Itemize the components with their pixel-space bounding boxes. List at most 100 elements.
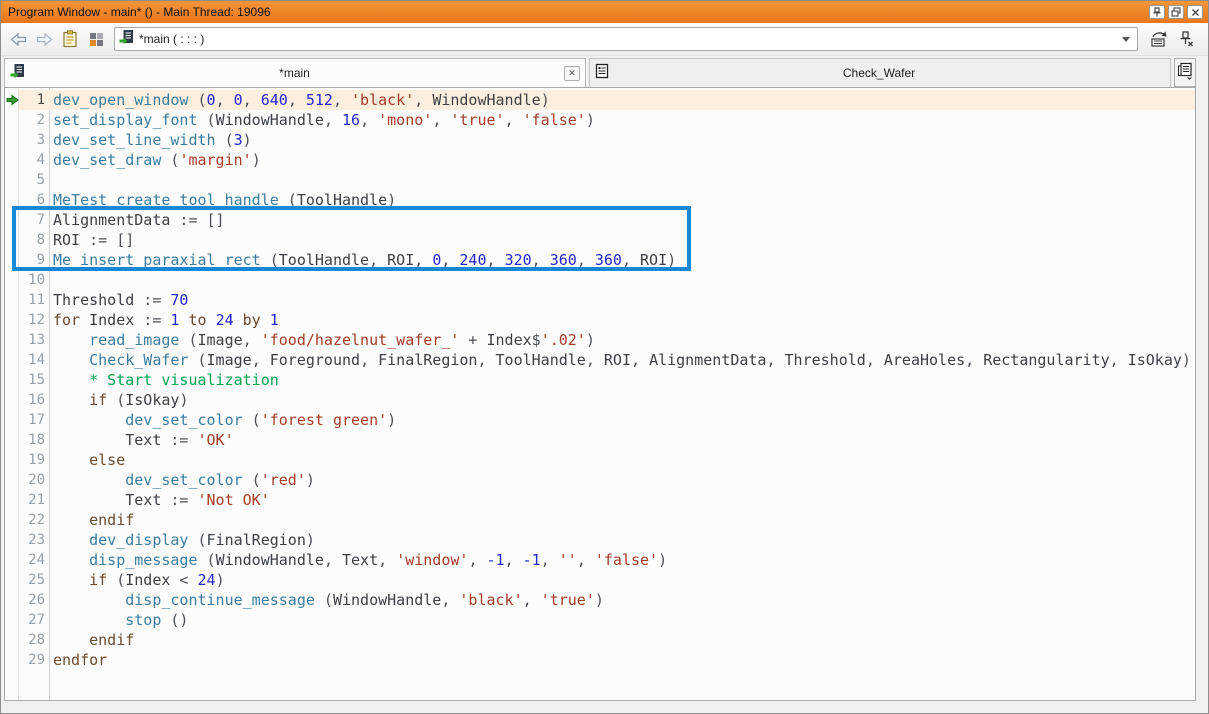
code-text[interactable]: Me_insert_paraxial_rect (ToolHandle, ROI…: [50, 250, 1195, 270]
code-text[interactable]: endif: [50, 510, 1195, 530]
code-text[interactable]: dev_set_line_width (3): [50, 130, 1195, 150]
navigate-back-button[interactable]: [6, 27, 30, 51]
code-line[interactable]: 4dev_set_draw ('margin'): [5, 150, 1195, 170]
code-text[interactable]: dev_open_window (0, 0, 640, 512, 'black'…: [50, 90, 1195, 110]
line-number[interactable]: 13: [19, 330, 50, 350]
breakpoint-margin[interactable]: [5, 510, 19, 530]
close-window-button[interactable]: [1187, 5, 1203, 19]
line-number[interactable]: 26: [19, 590, 50, 610]
line-number[interactable]: 11: [19, 290, 50, 310]
code-line[interactable]: 8ROI := []: [5, 230, 1195, 250]
code-line[interactable]: 24 disp_message (WindowHandle, Text, 'wi…: [5, 550, 1195, 570]
titlebar[interactable]: Program Window - main* () - Main Thread:…: [1, 1, 1208, 23]
line-number[interactable]: 27: [19, 610, 50, 630]
breakpoint-margin[interactable]: [5, 590, 19, 610]
line-number[interactable]: 7: [19, 210, 50, 230]
code-text[interactable]: endfor: [50, 650, 1195, 670]
code-line[interactable]: 19 else: [5, 450, 1195, 470]
tab-main[interactable]: *main ✕: [4, 58, 586, 87]
restore-window-button[interactable]: [1168, 5, 1184, 19]
code-line[interactable]: 20 dev_set_color ('red'): [5, 470, 1195, 490]
line-number[interactable]: 24: [19, 550, 50, 570]
code-text[interactable]: for Index := 1 to 24 by 1: [50, 310, 1195, 330]
breakpoint-margin[interactable]: [5, 550, 19, 570]
breakpoint-margin[interactable]: [5, 270, 19, 290]
line-number[interactable]: 14: [19, 350, 50, 370]
pin-window-button[interactable]: [1149, 5, 1165, 19]
code-text[interactable]: Text := 'Not OK': [50, 490, 1195, 510]
line-number[interactable]: 5: [19, 170, 50, 190]
code-line[interactable]: 21 Text := 'Not OK': [5, 490, 1195, 510]
line-number[interactable]: 12: [19, 310, 50, 330]
line-number[interactable]: 21: [19, 490, 50, 510]
code-text[interactable]: dev_set_draw ('margin'): [50, 150, 1195, 170]
code-line[interactable]: 13 read_image (Image, 'food/hazelnut_waf…: [5, 330, 1195, 350]
code-text[interactable]: disp_message (WindowHandle, Text, 'windo…: [50, 550, 1195, 570]
breakpoint-margin[interactable]: [5, 370, 19, 390]
code-line[interactable]: 22 endif: [5, 510, 1195, 530]
line-number[interactable]: 29: [19, 650, 50, 670]
code-line[interactable]: 28 endif: [5, 630, 1195, 650]
code-text[interactable]: if (Index < 24): [50, 570, 1195, 590]
breakpoint-margin[interactable]: [5, 190, 19, 210]
breakpoint-margin[interactable]: [5, 310, 19, 330]
breakpoint-margin[interactable]: [5, 630, 19, 650]
code-line[interactable]: 12for Index := 1 to 24 by 1: [5, 310, 1195, 330]
line-number[interactable]: 1: [19, 90, 50, 110]
breakpoint-margin[interactable]: [5, 230, 19, 250]
line-number[interactable]: 19: [19, 450, 50, 470]
code-line[interactable]: 26 disp_continue_message (WindowHandle, …: [5, 590, 1195, 610]
code-text[interactable]: Check_Wafer (Image, Foreground, FinalReg…: [50, 350, 1195, 370]
tab-close-button[interactable]: ✕: [564, 66, 580, 81]
unpin-button[interactable]: [1174, 27, 1198, 51]
line-number[interactable]: 28: [19, 630, 50, 650]
code-line[interactable]: 23 dev_display (FinalRegion): [5, 530, 1195, 550]
code-line[interactable]: 27 stop (): [5, 610, 1195, 630]
code-text[interactable]: dev_set_color ('red'): [50, 470, 1195, 490]
line-number[interactable]: 2: [19, 110, 50, 130]
breakpoint-margin[interactable]: [5, 410, 19, 430]
breakpoint-margin[interactable]: [5, 650, 19, 670]
breakpoint-margin[interactable]: [5, 430, 19, 450]
code-text[interactable]: dev_set_color ('forest green'): [50, 410, 1195, 430]
line-number[interactable]: 6: [19, 190, 50, 210]
line-number[interactable]: 10: [19, 270, 50, 290]
code-text[interactable]: AlignmentData := []: [50, 210, 1195, 230]
code-text[interactable]: read_image (Image, 'food/hazelnut_wafer_…: [50, 330, 1195, 350]
code-line[interactable]: 9Me_insert_paraxial_rect (ToolHandle, RO…: [5, 250, 1195, 270]
code-line[interactable]: 14 Check_Wafer (Image, Foreground, Final…: [5, 350, 1195, 370]
procedure-selector-combobox[interactable]: *main ( : : : ): [114, 27, 1138, 51]
breakpoint-margin[interactable]: [5, 350, 19, 370]
code-text[interactable]: [50, 270, 1195, 290]
program-listing-button[interactable]: [58, 27, 82, 51]
line-number[interactable]: 3: [19, 130, 50, 150]
breakpoint-margin[interactable]: [5, 150, 19, 170]
code-line[interactable]: 6MeTest_create_tool_handle (ToolHandle): [5, 190, 1195, 210]
breakpoint-margin[interactable]: [5, 130, 19, 150]
code-line[interactable]: 15 * Start visualization: [5, 370, 1195, 390]
breakpoint-margin[interactable]: [5, 290, 19, 310]
code-text[interactable]: * Start visualization: [50, 370, 1195, 390]
tab-list-button[interactable]: [1174, 58, 1196, 87]
breakpoint-margin[interactable]: [5, 210, 19, 230]
code-text[interactable]: dev_display (FinalRegion): [50, 530, 1195, 550]
breakpoint-margin[interactable]: [5, 330, 19, 350]
code-line[interactable]: 5: [5, 170, 1195, 190]
open-in-new-window-button[interactable]: [1148, 27, 1172, 51]
breakpoint-margin[interactable]: [5, 530, 19, 550]
code-line[interactable]: 16 if (IsOkay): [5, 390, 1195, 410]
navigate-forward-button[interactable]: [32, 27, 56, 51]
code-line[interactable]: 11Threshold := 70: [5, 290, 1195, 310]
code-line[interactable]: 7AlignmentData := []: [5, 210, 1195, 230]
line-number[interactable]: 23: [19, 530, 50, 550]
line-number[interactable]: 25: [19, 570, 50, 590]
tab-check-wafer[interactable]: Check_Wafer: [589, 58, 1171, 87]
code-text[interactable]: set_display_font (WindowHandle, 16, 'mon…: [50, 110, 1195, 130]
code-line[interactable]: 18 Text := 'OK': [5, 430, 1195, 450]
breakpoint-margin[interactable]: [5, 250, 19, 270]
code-text[interactable]: Text := 'OK': [50, 430, 1195, 450]
code-text[interactable]: Threshold := 70: [50, 290, 1195, 310]
breakpoint-margin[interactable]: [5, 490, 19, 510]
code-text[interactable]: stop (): [50, 610, 1195, 630]
breakpoint-margin[interactable]: [5, 110, 19, 130]
